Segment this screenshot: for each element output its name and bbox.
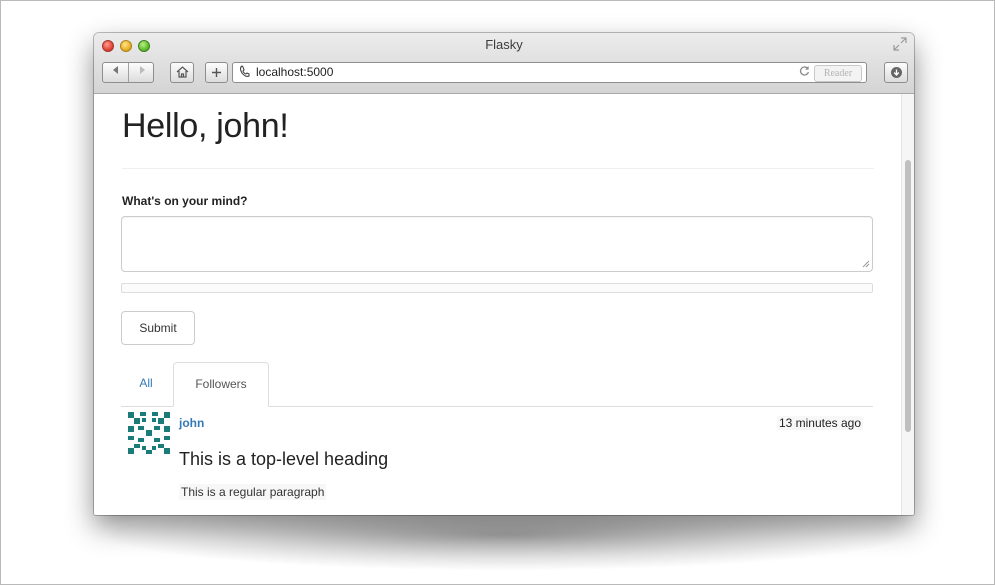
home-button[interactable] bbox=[170, 62, 194, 83]
reload-icon[interactable] bbox=[799, 65, 810, 79]
home-icon bbox=[176, 66, 188, 78]
new-tab-button[interactable] bbox=[205, 62, 228, 83]
post-form-label: What's on your mind? bbox=[122, 194, 248, 208]
page-title: Hello, john! bbox=[122, 107, 289, 145]
browser-window: Flasky localhost:5000 Reader Hello, john… bbox=[94, 33, 914, 515]
post-body-textarea[interactable] bbox=[121, 216, 873, 272]
plus-icon bbox=[212, 68, 221, 77]
nav-buttons bbox=[102, 62, 154, 83]
post-timestamp: 13 minutes ago bbox=[776, 416, 863, 430]
phone-icon bbox=[239, 65, 251, 81]
resize-handle-icon[interactable] bbox=[862, 260, 870, 270]
markdown-preview bbox=[121, 283, 873, 293]
back-button[interactable] bbox=[103, 63, 129, 82]
forward-arrow-icon bbox=[139, 66, 145, 74]
scrollbar-thumb[interactable] bbox=[905, 160, 911, 432]
back-arrow-icon bbox=[112, 66, 118, 74]
address-bar[interactable]: localhost:5000 Reader bbox=[232, 62, 867, 83]
url-text: localhost:5000 bbox=[256, 65, 334, 79]
page-content: Hello, john! What's on your mind? Submit… bbox=[94, 94, 902, 515]
post-tabs: All Followers bbox=[121, 362, 873, 407]
post-heading: This is a top-level heading bbox=[179, 449, 389, 469]
forward-button[interactable] bbox=[129, 63, 154, 82]
post-paragraph: This is a regular paragraph bbox=[179, 484, 327, 500]
download-icon bbox=[890, 67, 902, 78]
avatar[interactable] bbox=[128, 412, 170, 454]
submit-button[interactable]: Submit bbox=[121, 311, 195, 345]
download-button[interactable] bbox=[884, 62, 908, 83]
tab-followers[interactable]: Followers bbox=[173, 362, 269, 407]
tab-all[interactable]: All bbox=[121, 362, 171, 406]
post-item: john 13 minutes ago This is a top-level … bbox=[121, 407, 873, 515]
vertical-scrollbar[interactable] bbox=[901, 94, 914, 515]
post-author-link[interactable]: john bbox=[179, 416, 204, 430]
window-title: Flasky bbox=[485, 37, 523, 52]
reader-button[interactable]: Reader bbox=[814, 65, 862, 82]
heading-divider bbox=[122, 168, 874, 169]
fullscreen-icon[interactable] bbox=[893, 37, 907, 51]
title-bar: Flasky localhost:5000 Reader bbox=[94, 33, 914, 94]
